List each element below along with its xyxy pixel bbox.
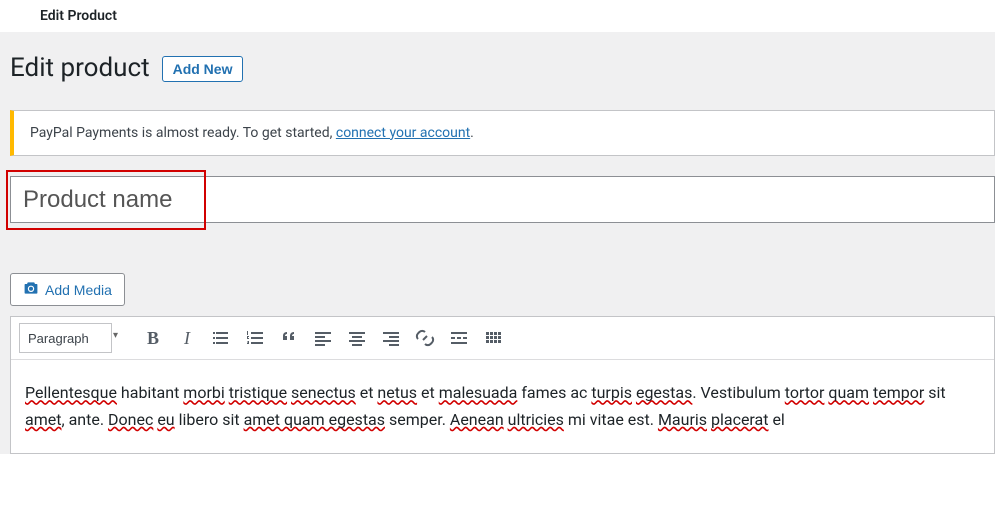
editor-word: tempor [873,383,924,402]
list-ul-icon [211,328,231,348]
editor-word: amet quam egestas [244,410,385,429]
editor-word: eu [157,410,174,429]
editor-word: Mauris [658,410,707,429]
camera-icon [23,280,39,299]
editor-word: ultricies [508,410,564,429]
editor-text: , ante. [61,410,108,429]
toolbar-toggle-button[interactable] [476,323,510,353]
align-right-button[interactable] [374,323,408,353]
editor-toolbar: Paragraph B I [11,317,994,360]
editor-word: tortor [785,383,825,402]
editor-word: amet [25,410,61,429]
product-name-input[interactable] [10,176,995,224]
read-more-icon [449,328,469,348]
numbered-list-button[interactable] [238,323,272,353]
blockquote-button[interactable] [272,323,306,353]
product-title-wrap [10,176,995,224]
page-header: Edit product Add New [10,52,995,86]
insert-more-button[interactable] [442,323,476,353]
align-left-icon [313,328,333,348]
link-icon [415,328,435,348]
align-center-button[interactable] [340,323,374,353]
add-new-button[interactable]: Add New [162,56,244,82]
editor-word: tristique [229,383,287,402]
editor-text: habitant [117,383,183,402]
quote-icon [279,328,299,348]
editor-word: morbi [183,383,224,402]
align-center-icon [347,328,367,348]
editor-text: el [768,410,784,429]
editor-word: egestas [636,383,692,402]
format-select-wrap: Paragraph [19,323,124,353]
editor-word: malesuada [439,383,518,402]
editor-text: mi vitae est. [564,410,658,429]
wysiwyg-editor: Paragraph B I [10,316,995,454]
editor-text: et [356,383,378,402]
editor-word: senectus [291,383,356,402]
format-select[interactable]: Paragraph [19,323,112,353]
paypal-notice: PayPal Payments is almost ready. To get … [10,110,995,156]
editor-word: Pellentesque [25,383,117,402]
editor-text: . Vestibulum [692,383,784,402]
editor-word: netus [377,383,417,402]
editor-word: Donec [108,410,153,429]
kitchen-sink-icon [483,328,503,348]
align-left-button[interactable] [306,323,340,353]
page-heading: Edit product [10,52,150,86]
connect-account-link[interactable]: connect your account [336,125,470,141]
insert-link-button[interactable] [408,323,442,353]
editor-word: Aenean [450,410,504,429]
editor-text: fames ac [517,383,591,402]
align-right-icon [381,328,401,348]
bulleted-list-button[interactable] [204,323,238,353]
editor-text: semper. [385,410,450,429]
editor-word: turpis [591,383,632,402]
italic-button[interactable]: I [170,323,204,353]
editor-word: placerat [711,410,768,429]
editor-text: libero sit [175,410,244,429]
editor-text: et [417,383,439,402]
notice-text-before: PayPal Payments is almost ready. To get … [30,125,336,141]
add-media-button[interactable]: Add Media [10,273,125,306]
notice-text-after: . [470,125,474,141]
list-ol-icon [245,328,265,348]
editor-text: sit [924,383,945,402]
bold-button[interactable]: B [136,323,170,353]
editor-word: quam [828,383,869,402]
admin-topbar: Edit Product [0,0,995,32]
content-area: Edit product Add New PayPal Payments is … [0,32,995,454]
add-media-label: Add Media [45,282,112,298]
topbar-title: Edit Product [40,8,117,24]
editor-content[interactable]: Pellentesque habitant morbi tristique se… [11,360,994,453]
